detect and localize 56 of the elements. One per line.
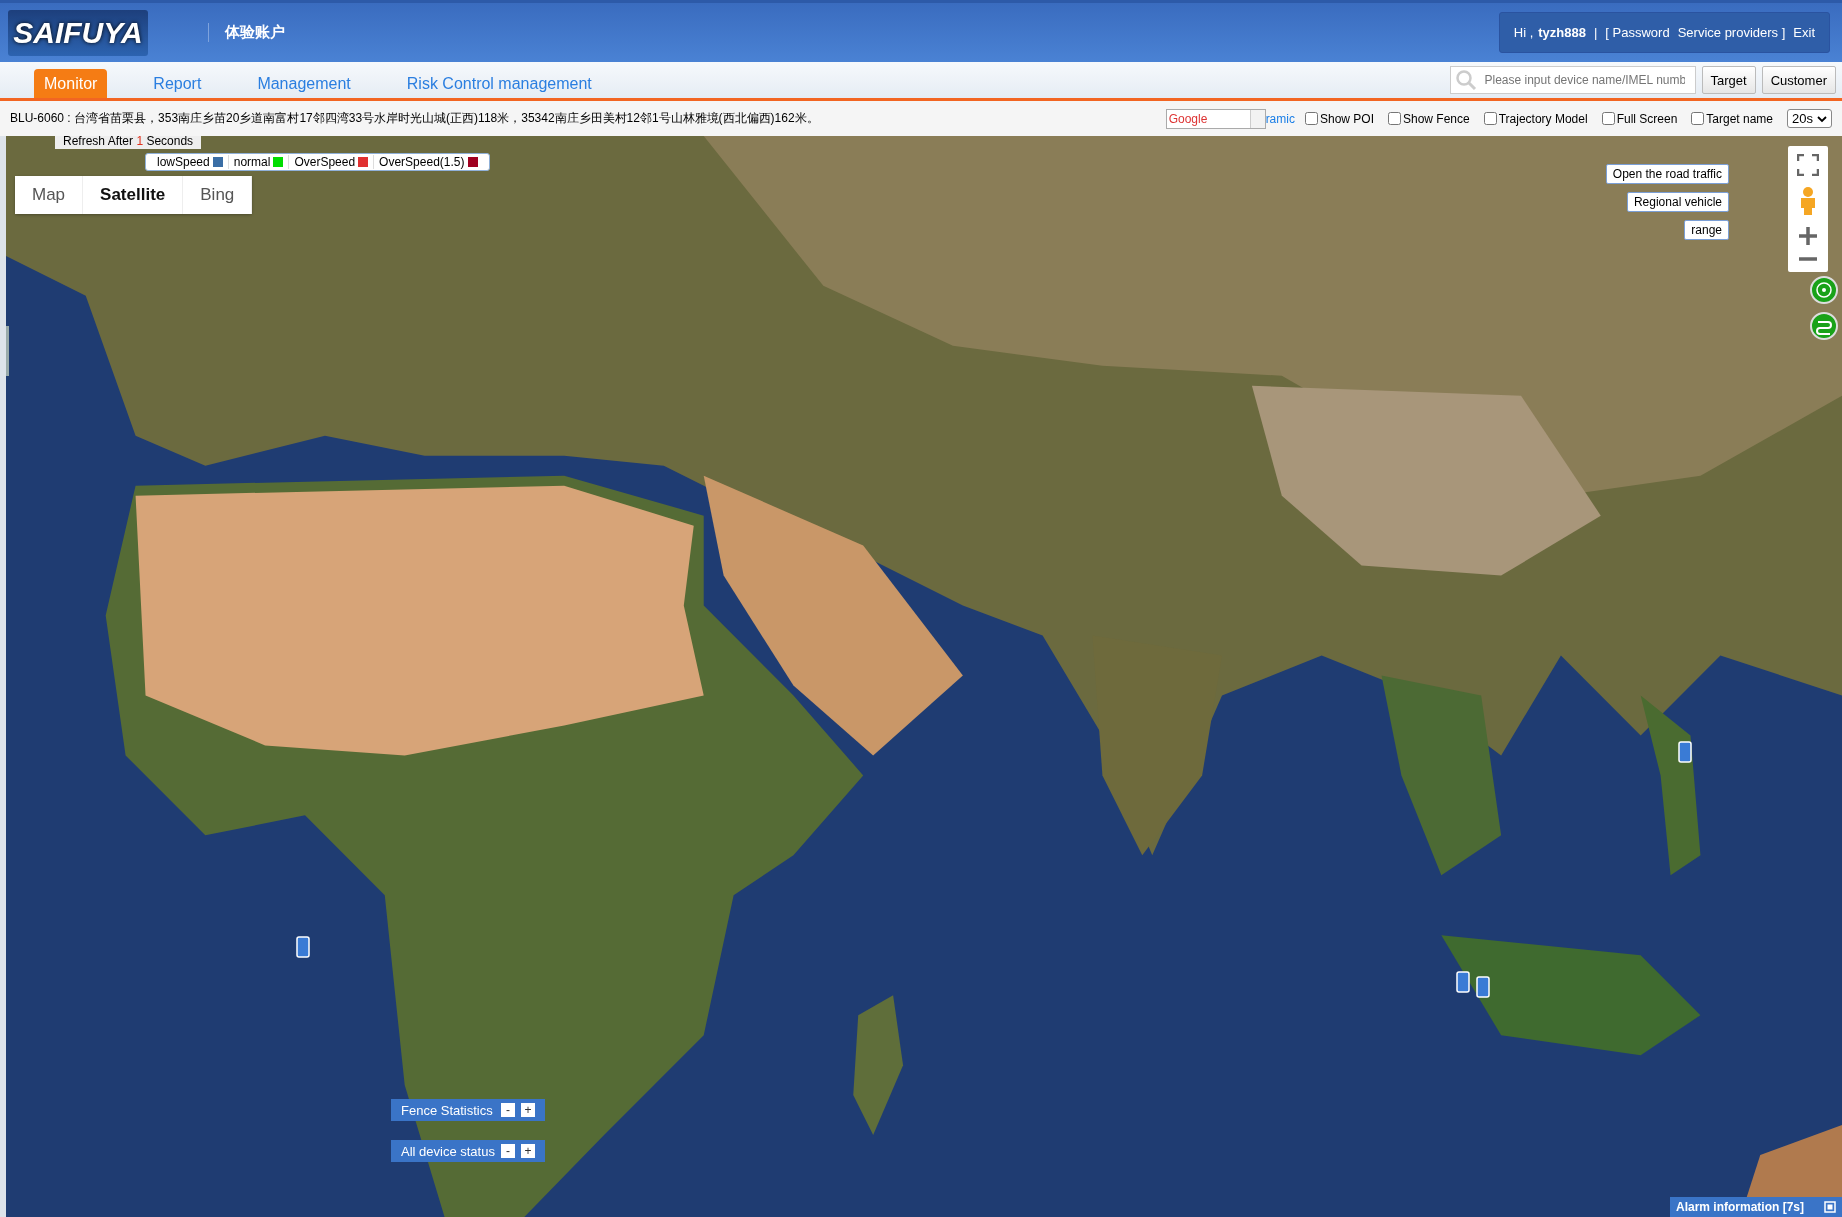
nav-tab[interactable]: Risk Control management xyxy=(396,69,602,98)
side-handle[interactable] xyxy=(6,326,9,376)
maximize-icon[interactable] xyxy=(1824,1201,1836,1213)
nav-tab[interactable]: Management xyxy=(247,69,361,98)
zoom-in-icon[interactable] xyxy=(1798,226,1818,246)
refresh-notice: Refresh After 1 Seconds xyxy=(55,136,202,149)
option-label: Full Screen xyxy=(1616,111,1678,126)
toolbar-button[interactable]: Target xyxy=(1701,66,1756,94)
map-type-tab[interactable]: Satellite xyxy=(83,176,184,214)
map-button[interactable]: Open the road traffic xyxy=(1605,164,1729,184)
nav-tab[interactable]: Report xyxy=(143,69,212,98)
fullscreen-icon[interactable] xyxy=(1797,154,1819,176)
header-link[interactable]: Service providers ] xyxy=(1677,25,1786,40)
checkbox[interactable] xyxy=(1388,112,1401,125)
option-label: Show POI xyxy=(1319,111,1374,126)
alarm-title: Alarm information [7s] xyxy=(1676,1200,1804,1214)
map-source-select[interactable]: Google xyxy=(1165,108,1266,129)
checkbox[interactable] xyxy=(1691,112,1705,125)
option-label: Target name xyxy=(1706,111,1774,126)
map-button[interactable]: Regional vehicle xyxy=(1626,192,1729,212)
vehicle-marker-icon[interactable] xyxy=(1678,741,1692,763)
header-link[interactable]: [ Password xyxy=(1605,25,1670,40)
interval-select[interactable]: 20s xyxy=(1787,109,1832,128)
vehicle-marker-icon[interactable] xyxy=(1456,971,1470,993)
logo: SAIFUYA xyxy=(8,9,148,56)
collapse-button[interactable]: - xyxy=(501,1103,515,1117)
search-icon xyxy=(1454,69,1477,91)
map-type-tab[interactable]: Map xyxy=(15,176,84,214)
toolbar-button[interactable]: Customer xyxy=(1761,66,1836,94)
legend-label: lowSpeed xyxy=(157,155,210,169)
header-link[interactable]: Exit xyxy=(1793,25,1815,40)
greeting: Hi , xyxy=(1513,25,1534,40)
checkbox[interactable] xyxy=(1601,112,1615,125)
address-text: BLU-6060 : 台湾省苗栗县，353南庄乡苗20乡道南富村17邻四湾33号水岸时光山城(正西)118米，35342南庄乡田美村12邻1号山林雅境(西北偏西)162米。 xyxy=(10,110,819,127)
checkbox[interactable] xyxy=(1483,112,1497,125)
vehicle-marker-icon[interactable] xyxy=(1476,976,1490,998)
separator: | xyxy=(1593,25,1598,40)
panoramic-link[interactable]: ramic xyxy=(1265,111,1295,126)
map-button[interactable]: range xyxy=(1684,220,1729,240)
collapse-button[interactable]: - xyxy=(501,1144,515,1158)
username: tyzh888 xyxy=(1538,25,1586,40)
option-label: Trajectory Model xyxy=(1498,111,1588,126)
expand-button[interactable]: + xyxy=(521,1144,535,1158)
legend-label: OverSpeed(1.5) xyxy=(379,155,465,169)
expand-button[interactable]: + xyxy=(521,1103,535,1117)
zoom-out-icon[interactable] xyxy=(1798,256,1818,262)
vehicle-marker-icon[interactable] xyxy=(296,936,310,958)
map-type-tab[interactable]: Bing xyxy=(183,176,253,214)
legend-label: OverSpeed xyxy=(294,155,356,169)
account-name: 体验账户 xyxy=(208,23,285,42)
caret-icon xyxy=(1817,114,1827,123)
legend-label: normal xyxy=(233,155,271,169)
panel-title: All device status xyxy=(401,1143,495,1159)
checkbox[interactable] xyxy=(1304,112,1318,125)
panel-title: Fence Statistics xyxy=(401,1102,494,1118)
option-label: Show Fence xyxy=(1403,111,1470,126)
